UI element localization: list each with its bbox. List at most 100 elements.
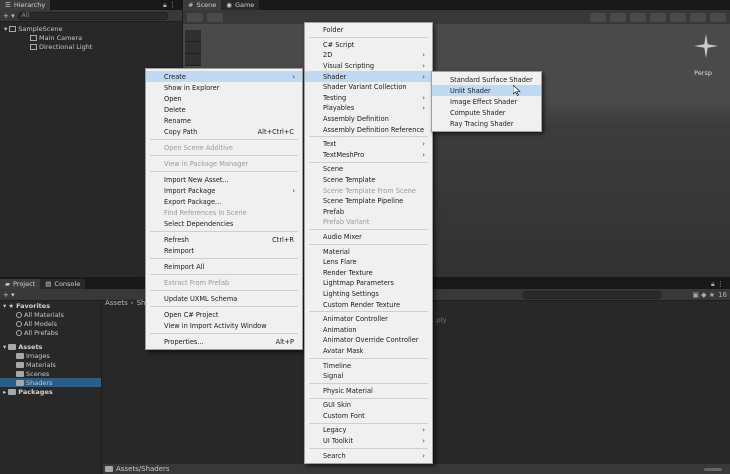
context-menu-item-delete[interactable]: Delete [146, 104, 302, 115]
tab-game[interactable]: ◉ Game [221, 0, 260, 10]
create-menu-item-physic-material[interactable]: Physic Material [305, 385, 432, 396]
lock-icon[interactable]: 🔒︎ ⋮ [711, 280, 724, 289]
folder-item-selected[interactable]: Shaders [0, 378, 101, 387]
tab-hierarchy[interactable]: ☰ Hierarchy [0, 0, 51, 10]
create-menu-item-prefab[interactable]: Prefab [305, 207, 432, 218]
camera-button[interactable] [690, 12, 706, 22]
hand-tool-icon[interactable] [185, 30, 201, 42]
project-search-input[interactable] [522, 290, 661, 299]
create-menu-item-assembly-definition-reference[interactable]: Assembly Definition Reference [305, 124, 432, 135]
favorites-header[interactable]: ▾ ★ Favorites [0, 301, 101, 310]
rotate-tool-icon[interactable] [185, 54, 201, 66]
context-menu-item-import-package[interactable]: Import Package › [146, 185, 302, 196]
shader-menu-item-unlit-shader[interactable]: Unlit Shader [432, 85, 541, 96]
create-menu-item-lightmap-parameters[interactable]: Lightmap Parameters [305, 278, 432, 289]
assets-header[interactable]: ▾ Assets [0, 342, 101, 351]
context-menu-item-import-new-asset[interactable]: Import New Asset... [146, 174, 302, 185]
context-menu-item-view-in-import-activity-window[interactable]: View in Import Activity Window [146, 320, 302, 331]
create-menu-item-ui-toolkit[interactable]: UI Toolkit › [305, 436, 432, 447]
create-menu-item-signal[interactable]: Signal [305, 371, 432, 382]
search-input[interactable]: All [17, 11, 168, 20]
create-menu-item-legacy[interactable]: Legacy › [305, 425, 432, 436]
create-menu-item-folder[interactable]: Folder [305, 25, 432, 36]
create-menu-item-2d[interactable]: 2D › [305, 50, 432, 61]
create-menu-item-textmeshpro[interactable]: TextMeshPro › [305, 150, 432, 161]
filter-icons[interactable]: ▣ ◆ ★ [692, 291, 715, 299]
create-menu-item-lighting-settings[interactable]: Lighting Settings [305, 289, 432, 300]
shader-menu-item-standard-surface-shader[interactable]: Standard Surface Shader [432, 74, 541, 85]
create-menu-item-audio-mixer[interactable]: Audio Mixer [305, 232, 432, 243]
add-button[interactable]: + ▾ [3, 291, 15, 299]
create-menu-item-custom-render-texture[interactable]: Custom Render Texture [305, 299, 432, 310]
context-menu-item-select-dependencies[interactable]: Select Dependencies [146, 218, 302, 229]
create-menu-item-gui-skin[interactable]: GUI Skin [305, 400, 432, 411]
tree-row-main-camera[interactable]: Main Camera [0, 33, 182, 42]
zoom-slider[interactable] [704, 467, 722, 471]
folder-item[interactable]: Materials [0, 360, 101, 369]
light-button[interactable] [610, 12, 626, 22]
context-menu-item-refresh[interactable]: Refresh Ctrl+R [146, 234, 302, 245]
draw-mode-button[interactable] [187, 12, 203, 22]
move-tool-icon[interactable] [185, 42, 201, 54]
tab-scene[interactable]: # Scene [183, 0, 222, 10]
create-menu-item-animation[interactable]: Animation [305, 324, 432, 335]
create-menu-item-scene-template[interactable]: Scene Template [305, 175, 432, 186]
gizmo-button[interactable] [207, 12, 223, 22]
persp-label[interactable]: Persp [694, 69, 712, 77]
hidden-objects-button[interactable] [670, 12, 686, 22]
menu-item-label: Custom Font [323, 411, 365, 420]
packages-header[interactable]: ▸ Packages [0, 387, 101, 396]
create-menu-item-timeline[interactable]: Timeline [305, 360, 432, 371]
tab-console[interactable]: ▤ Console [40, 279, 86, 289]
favorite-item[interactable]: All Models [0, 319, 101, 328]
shader-menu-item-ray-tracing-shader[interactable]: Ray Tracing Shader [432, 118, 541, 129]
shader-menu-item-image-effect-shader[interactable]: Image Effect Shader [432, 96, 541, 107]
tree-row-directional-light[interactable]: Directional Light [0, 42, 182, 51]
scene-row[interactable]: ▾ SampleScene [0, 24, 182, 33]
audio-button[interactable] [630, 12, 646, 22]
create-menu-item-playables[interactable]: Playables › [305, 103, 432, 114]
context-menu-item-copy-path[interactable]: Copy Path Alt+Ctrl+C [146, 126, 302, 137]
menu-item-label: Audio Mixer [323, 232, 362, 241]
create-menu-item-testing[interactable]: Testing › [305, 93, 432, 104]
create-menu-item-scene-template-pipeline[interactable]: Scene Template Pipeline [305, 196, 432, 207]
create-menu-item-shader[interactable]: Shader › [305, 71, 432, 82]
lock-icon[interactable]: 🔒︎ ⋮ [163, 1, 176, 10]
create-menu-item-animator-override-controller[interactable]: Animator Override Controller [305, 335, 432, 346]
context-menu-item-open[interactable]: Open [146, 93, 302, 104]
create-menu-item-assembly-definition[interactable]: Assembly Definition [305, 114, 432, 125]
context-menu-item-open-c-project[interactable]: Open C# Project [146, 309, 302, 320]
context-menu-item-update-uxml-schema[interactable]: Update UXML Schema [146, 293, 302, 304]
create-menu-item-c-script[interactable]: C# Script [305, 40, 432, 51]
create-menu-item-avatar-mask[interactable]: Avatar Mask [305, 346, 432, 357]
folder-item[interactable]: Scenes [0, 369, 101, 378]
context-menu-item-rename[interactable]: Rename [146, 115, 302, 126]
create-menu-item-visual-scripting[interactable]: Visual Scripting › [305, 61, 432, 72]
scene-gizmo[interactable] [692, 32, 720, 60]
context-menu-item-export-package[interactable]: Export Package... [146, 196, 302, 207]
context-menu-item-reimport[interactable]: Reimport [146, 245, 302, 256]
create-menu-item-shader-variant-collection[interactable]: Shader Variant Collection [305, 82, 432, 93]
add-button[interactable]: + ▾ [3, 12, 15, 20]
create-menu-item-custom-font[interactable]: Custom Font [305, 411, 432, 422]
2d-button[interactable] [590, 12, 606, 22]
breadcrumb-item[interactable]: Assets [105, 299, 128, 307]
effects-button[interactable] [650, 12, 666, 22]
shader-menu-item-compute-shader[interactable]: Compute Shader [432, 107, 541, 118]
context-menu-item-show-in-explorer[interactable]: Show in Explorer [146, 82, 302, 93]
favorite-item[interactable]: All Prefabs [0, 328, 101, 337]
create-menu-item-animator-controller[interactable]: Animator Controller [305, 314, 432, 325]
tab-project[interactable]: ▰ Project [0, 279, 41, 289]
create-menu-item-text[interactable]: Text › [305, 139, 432, 150]
favorite-item[interactable]: All Materials [0, 310, 101, 319]
create-menu-item-lens-flare[interactable]: Lens Flare [305, 257, 432, 268]
gizmos-toggle[interactable] [710, 12, 726, 22]
create-menu-item-search[interactable]: Search › [305, 450, 432, 461]
context-menu-item-create[interactable]: Create › [146, 71, 302, 82]
create-menu-item-material[interactable]: Material [305, 246, 432, 257]
create-menu-item-scene[interactable]: Scene [305, 164, 432, 175]
create-menu-item-render-texture[interactable]: Render Texture [305, 267, 432, 278]
context-menu-item-reimport-all[interactable]: Reimport All [146, 261, 302, 272]
context-menu-item-properties[interactable]: Properties... Alt+P [146, 336, 302, 347]
folder-item[interactable]: Images [0, 351, 101, 360]
